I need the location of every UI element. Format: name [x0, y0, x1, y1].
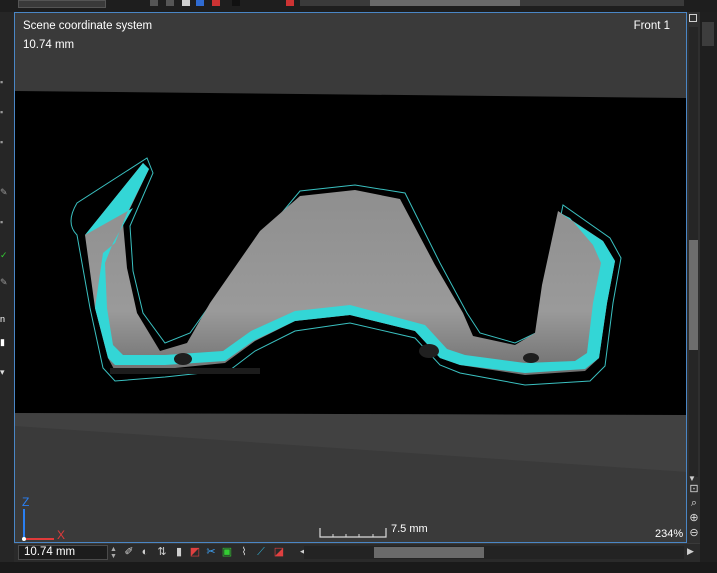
scroll-down-icon[interactable]: ▼ [688, 474, 696, 483]
top-tool-button[interactable] [286, 0, 294, 6]
left-tool-icon[interactable]: ▪ [0, 217, 6, 227]
left-tool-icon[interactable]: ✓ [0, 250, 8, 260]
top-tool-button[interactable] [150, 0, 158, 6]
top-tool-button[interactable] [196, 0, 204, 6]
curve-icon[interactable]: ⌇ [237, 545, 251, 560]
panel-tab[interactable] [702, 22, 714, 46]
zoom-icon[interactable]: ⌕ [688, 497, 700, 509]
depth-label: 10.74 mm [23, 39, 75, 51]
top-tool-button[interactable] [212, 0, 220, 6]
scroll-right-icon[interactable]: ▶ [687, 546, 694, 557]
left-tool-icon[interactable]: ▪ [0, 107, 6, 117]
maximize-icon[interactable] [689, 14, 697, 22]
left-tool-icon[interactable]: ▮ [0, 337, 6, 347]
fit-icon[interactable]: ⊡ [688, 483, 700, 495]
zoom-in-icon[interactable]: ⊕ [688, 512, 700, 524]
left-tool-icon[interactable]: ✎ [0, 187, 8, 197]
vertical-scrollbar[interactable]: ▼ [687, 12, 700, 543]
contrast-icon[interactable]: ▮ [172, 545, 186, 560]
navigation-tools: ⊡ ⌕ ⊕ ⊖ [687, 483, 701, 543]
left-tool-icon[interactable]: ▪ [0, 137, 6, 147]
top-tool-button[interactable] [166, 0, 174, 6]
horizontal-scroll-thumb[interactable] [374, 547, 484, 558]
left-expand-icon[interactable]: ▾ [0, 367, 6, 377]
left-tool-icon[interactable]: ▪ [0, 77, 6, 87]
axis-z-label: Z [22, 495, 30, 509]
shading-icon[interactable]: ◐ [138, 545, 152, 560]
measure-icon[interactable]: ⟋ [254, 545, 268, 560]
top-tool-button[interactable] [182, 0, 190, 6]
horizontal-scrollbar[interactable] [304, 546, 684, 559]
bottom-toolbar: 10.74 mm ▲▼ ✐ ◐ ⇅ ▮ ◩ ✂ ▣ ⌇ ⟋ ◪ ◀ ▶ [14, 543, 700, 562]
clip-icon[interactable]: ◩ [188, 545, 202, 560]
cut-icon[interactable]: ✂ [204, 545, 218, 560]
ct-slice-image [15, 13, 686, 542]
coord-system-label: Scene coordinate system [23, 20, 153, 32]
record-icon[interactable]: ◪ [272, 545, 286, 560]
zoom-label: 234% [655, 528, 684, 540]
position-field[interactable]: 10.74 mm [18, 545, 108, 560]
scale-bar-label: 7.5 mm [391, 523, 428, 535]
top-scroll-thumb[interactable] [370, 0, 520, 6]
right-panel [700, 12, 717, 573]
left-tool-icon[interactable]: n [0, 314, 6, 324]
left-toolbar: ▪ ▪ ▪ ✎ ▪ ✓ ✎ n ▮ ▾ [0, 12, 14, 562]
view-name-label: Front 1 [633, 20, 670, 32]
pan-icon[interactable]: ✐ [122, 545, 136, 560]
select-icon[interactable]: ▣ [220, 545, 234, 560]
top-tool-button[interactable] [232, 0, 240, 6]
left-tool-icon[interactable]: ✎ [0, 277, 8, 287]
scroll-thumb[interactable] [689, 240, 698, 350]
rotate-icon[interactable]: ⇅ [155, 545, 169, 560]
zoom-out-icon[interactable]: ⊖ [688, 527, 700, 539]
status-strip [0, 562, 717, 573]
top-horizontal-scrollbar[interactable] [300, 0, 684, 6]
top-toolbar [0, 0, 717, 12]
scene-viewport[interactable]: Scene coordinate system 10.74 mm Front 1… [14, 12, 687, 543]
top-position-field[interactable] [18, 0, 106, 8]
axis-x-label: X [57, 528, 66, 542]
scale-bar [319, 528, 387, 538]
position-spinner-icon[interactable]: ▲ ▼ [110, 546, 118, 560]
